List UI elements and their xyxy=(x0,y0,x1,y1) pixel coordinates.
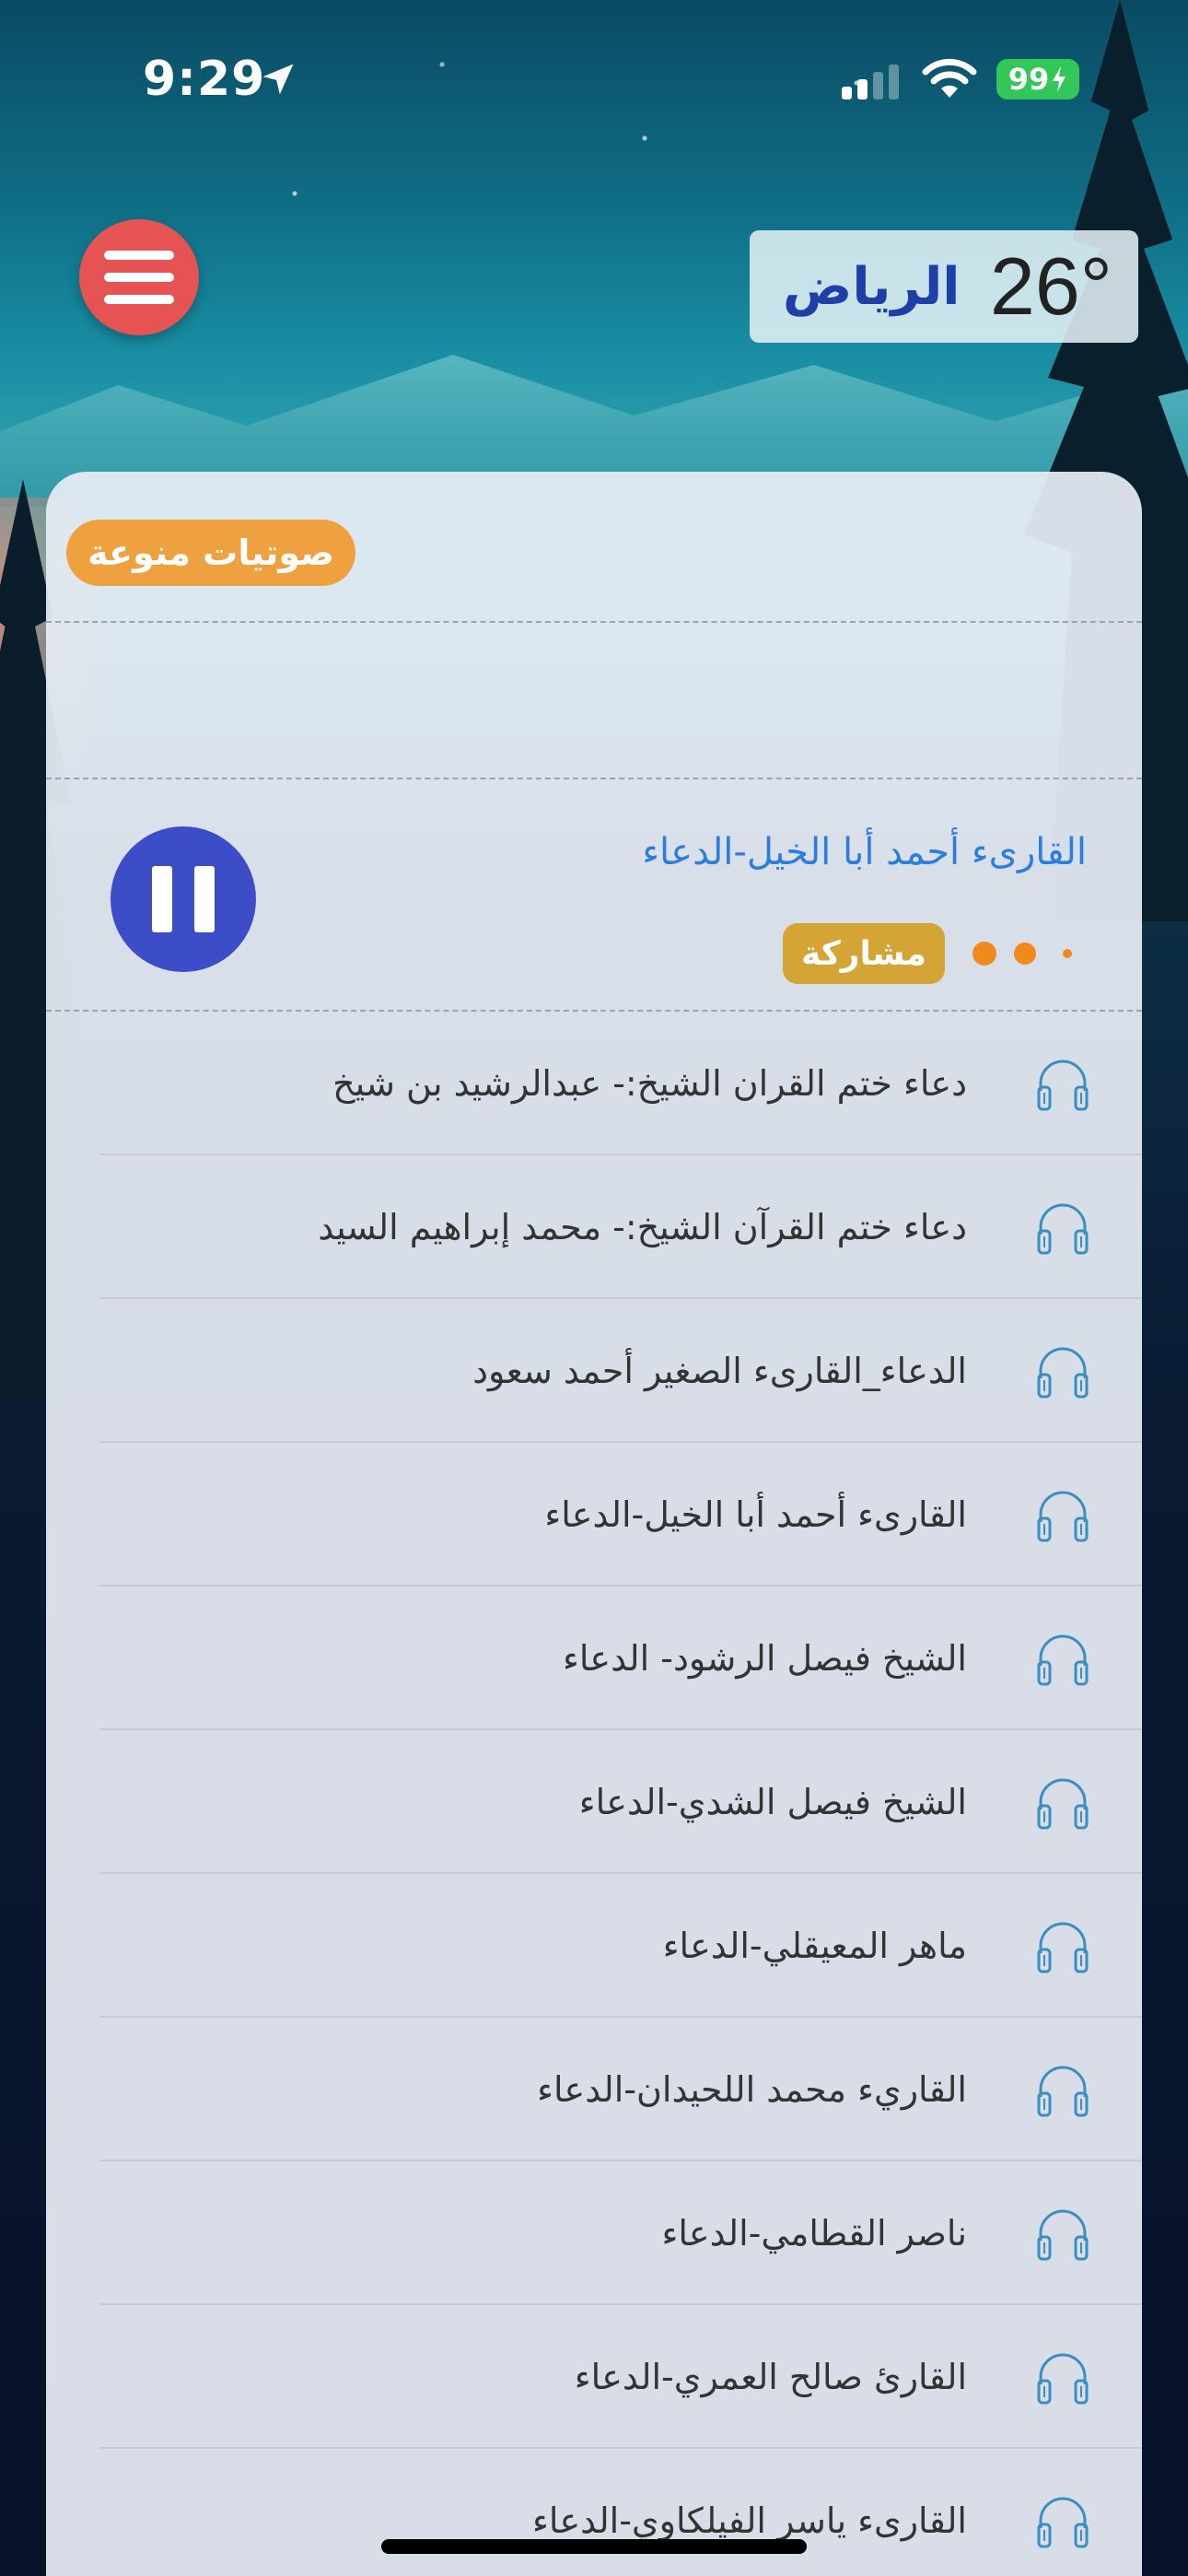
track-title: ناصر القطامي-الدعاء xyxy=(661,2213,967,2254)
weather-temperature: 26° xyxy=(989,240,1112,332)
audio-wave-dot xyxy=(973,942,996,966)
headphones-icon xyxy=(1037,1347,1089,1399)
track-title: الشيخ فيصل الشدي-الدعاء xyxy=(578,1782,967,1822)
menu-button[interactable] xyxy=(79,219,199,335)
home-indicator xyxy=(381,2539,807,2554)
track-title: الدعاء_القارىء الصغير أحمد سعود xyxy=(472,1351,967,1391)
pause-icon-bar xyxy=(194,866,215,932)
hamburger-icon-line xyxy=(104,273,174,282)
weather-city: الرياض xyxy=(783,256,961,317)
track-list-item[interactable]: القارىء أحمد أبا الخيل-الدعاء xyxy=(99,1443,1142,1587)
track-title: دعاء ختم القران الشيخ:- عبدالرشيد بن شيخ xyxy=(332,1063,967,1104)
track-list-item[interactable]: ناصر القطامي-الدعاء xyxy=(99,2161,1142,2305)
track-title: ماهر المعيقلي-الدعاء xyxy=(662,1926,967,1966)
status-time: 9:29 xyxy=(143,52,266,107)
charging-bolt-icon xyxy=(1053,66,1066,92)
track-title: القاريء محمد اللحيدان-الدعاء xyxy=(537,2069,967,2110)
headphones-icon xyxy=(1037,2066,1089,2117)
weather-widget: الرياض 26° xyxy=(750,230,1138,343)
hamburger-icon-line xyxy=(104,295,174,304)
battery-indicator: 99 xyxy=(996,59,1079,100)
track-title: الشيخ فيصل الرشود- الدعاء xyxy=(562,1638,967,1679)
headphones-icon xyxy=(1037,1634,1089,1686)
headphones-icon xyxy=(1037,1922,1089,1973)
headphones-icon xyxy=(1037,1060,1089,1111)
headphones-icon xyxy=(1037,1203,1089,1255)
hamburger-icon-line xyxy=(104,251,174,260)
audio-wave-dot xyxy=(1063,949,1072,958)
category-tag[interactable]: صوتيات منوعة xyxy=(66,520,355,586)
wifi-icon xyxy=(922,58,977,98)
location-arrow-icon xyxy=(262,64,294,95)
battery-level: 99 xyxy=(1007,62,1050,97)
audio-wave-dot xyxy=(1014,943,1036,965)
track-title: القارىء أحمد أبا الخيل-الدعاء xyxy=(544,1494,967,1535)
track-list-item[interactable]: الدعاء_القارىء الصغير أحمد سعود xyxy=(99,1299,1142,1443)
cellular-signal-icon xyxy=(842,64,899,100)
now-playing-title: القارىء أحمد أبا الخيل-الدعاء xyxy=(642,831,1087,873)
track-title: القارىء ياسر الفيلكاوي-الدعاء xyxy=(532,2500,967,2541)
track-list-item[interactable]: الشيخ فيصل الرشود- الدعاء xyxy=(99,1587,1142,1730)
share-button[interactable]: مشاركة xyxy=(783,923,945,984)
track-title: دعاء ختم القرآن الشيخ:- محمد إبراهيم الس… xyxy=(318,1207,967,1247)
track-list-item[interactable]: دعاء ختم القرآن الشيخ:- محمد إبراهيم الس… xyxy=(99,1155,1142,1299)
divider xyxy=(46,778,1142,779)
track-list-item[interactable]: القارئ صالح العمري-الدعاء xyxy=(99,2305,1142,2449)
headphones-icon xyxy=(1037,1778,1089,1830)
headphones-icon xyxy=(1037,2497,1089,2548)
track-list-item[interactable]: ماهر المعيقلي-الدعاء xyxy=(99,1874,1142,2018)
track-title: القارئ صالح العمري-الدعاء xyxy=(574,2357,967,2397)
track-list-item[interactable]: القاريء محمد اللحيدان-الدعاء xyxy=(99,2018,1142,2161)
headphones-icon xyxy=(1037,1491,1089,1542)
divider xyxy=(46,621,1142,623)
track-list-item[interactable]: القارىء ياسر الفيلكاوي-الدعاء xyxy=(99,2449,1142,2576)
headphones-icon xyxy=(1037,2209,1089,2261)
track-list-item[interactable]: الشيخ فيصل الشدي-الدعاء xyxy=(99,1730,1142,1874)
track-list-item[interactable]: دعاء ختم القران الشيخ:- عبدالرشيد بن شيخ xyxy=(99,1012,1142,1155)
pause-button[interactable] xyxy=(111,826,256,972)
status-bar: 9:29 99 xyxy=(0,0,1188,138)
pause-icon-bar xyxy=(152,866,172,932)
headphones-icon xyxy=(1037,2353,1089,2405)
screen: 9:29 99 الرياض 26° صوتيات منوعة القارىء … xyxy=(0,0,1188,2576)
audio-card: صوتيات منوعة القارىء أحمد أبا الخيل-الدع… xyxy=(46,472,1142,2576)
